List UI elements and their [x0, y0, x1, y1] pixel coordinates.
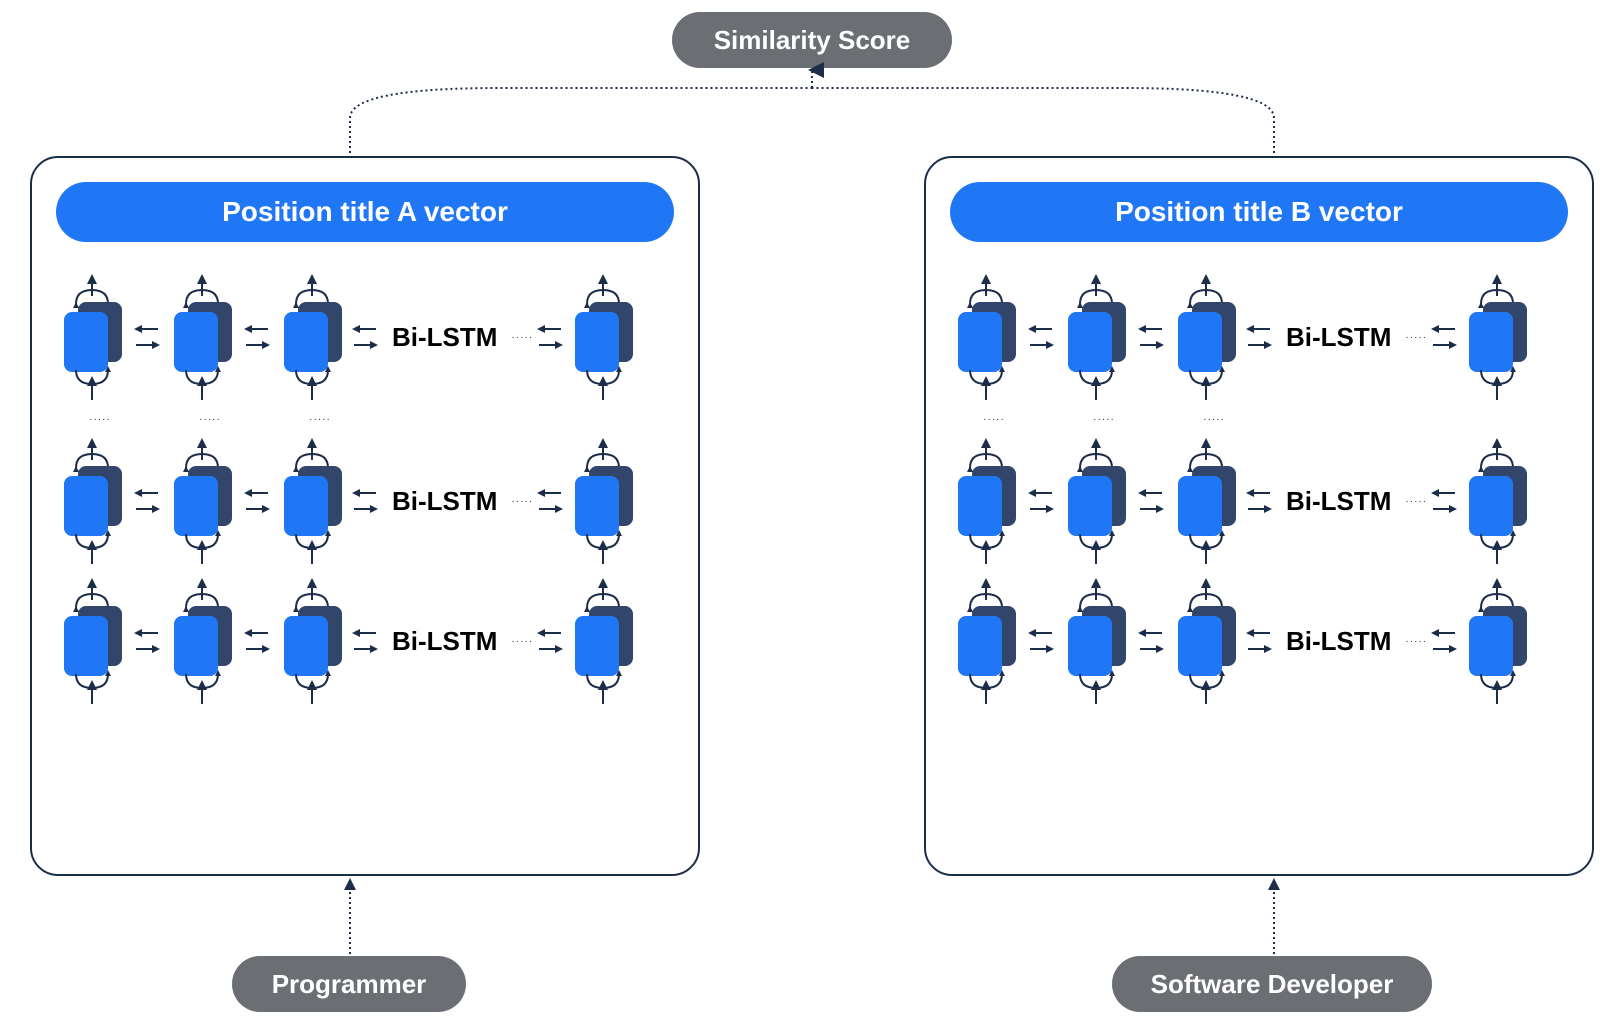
bidir-arrow: [1138, 323, 1164, 351]
bidir-arrow: [244, 627, 270, 655]
lstm-cell: [1170, 576, 1242, 706]
lstm-cell: [1170, 436, 1242, 566]
lstm-row: Bi-LSTM ·····: [950, 576, 1568, 706]
bidir-arrow: [134, 323, 160, 351]
lstm-cell: [1060, 436, 1132, 566]
bidir-arrow: [1431, 487, 1457, 515]
lstm-cell: [567, 576, 639, 706]
lstm-cell: [950, 436, 1022, 566]
ellipsis-icon: ·····: [511, 636, 533, 647]
lstm-cell: [166, 436, 238, 566]
bidir-arrow: [1431, 627, 1457, 655]
lstm-cell: [276, 272, 348, 402]
vertical-ellipsis-row: ····· ····· ·····: [950, 412, 1568, 426]
lstm-cell: [567, 272, 639, 402]
input-a-pill: Programmer: [232, 956, 466, 1012]
lstm-row: Bi-LSTM ·····: [950, 272, 1568, 402]
similarity-score-pill: Similarity Score: [672, 12, 952, 68]
bidir-arrow: [134, 627, 160, 655]
ellipsis-icon: ·····: [1405, 496, 1427, 507]
lstm-cell: [276, 576, 348, 706]
lstm-cell: [56, 272, 128, 402]
vertical-ellipsis-row: ····· ····· ·····: [56, 412, 674, 426]
lstm-cell: [950, 576, 1022, 706]
lstm-cell: [567, 436, 639, 566]
lstm-cell: [1461, 272, 1533, 402]
bidir-arrow: [352, 323, 378, 351]
bidir-arrow: [244, 487, 270, 515]
bidir-arrow: [1138, 627, 1164, 655]
lstm-row: Bi-LSTM ·····: [950, 436, 1568, 566]
lstm-cell: [56, 436, 128, 566]
panel-b: Position title B vector: [924, 156, 1594, 876]
bidir-arrow: [1246, 487, 1272, 515]
lstm-cell: [1461, 576, 1533, 706]
row-label: Bi-LSTM: [392, 626, 497, 657]
lstm-cell: [1060, 272, 1132, 402]
row-label: Bi-LSTM: [392, 322, 497, 353]
input-b-pill: Software Developer: [1112, 956, 1432, 1012]
lstm-cell: [276, 436, 348, 566]
connector-to-similarity: [0, 68, 1624, 158]
panel-a: Position title A vector: [30, 156, 700, 876]
bidir-arrow: [1431, 323, 1457, 351]
bidir-arrow: [537, 627, 563, 655]
lstm-cell: [56, 576, 128, 706]
ellipsis-icon: ·····: [1405, 636, 1427, 647]
bidir-arrow: [352, 487, 378, 515]
ellipsis-icon: ·····: [511, 496, 533, 507]
lstm-cell: [1170, 272, 1242, 402]
ellipsis-icon: ·····: [511, 332, 533, 343]
bidir-arrow: [1246, 627, 1272, 655]
bidir-arrow: [134, 487, 160, 515]
lstm-row: Bi-LSTM ·····: [56, 272, 674, 402]
bidir-arrow: [1246, 323, 1272, 351]
row-label: Bi-LSTM: [1286, 626, 1391, 657]
lstm-cell: [950, 272, 1022, 402]
lstm-stack-a: Bi-LSTM ····· ····· ····· ·····: [56, 272, 674, 706]
lstm-cell: [1060, 576, 1132, 706]
lstm-cell: [1461, 436, 1533, 566]
vector-label-a: Position title A vector: [56, 182, 674, 242]
bidir-arrow: [537, 487, 563, 515]
bidir-arrow: [352, 627, 378, 655]
row-label: Bi-LSTM: [1286, 486, 1391, 517]
bidir-arrow: [537, 323, 563, 351]
lstm-cell: [166, 272, 238, 402]
row-label: Bi-LSTM: [392, 486, 497, 517]
row-label: Bi-LSTM: [1286, 322, 1391, 353]
vector-label-b: Position title B vector: [950, 182, 1568, 242]
bidir-arrow: [1028, 487, 1054, 515]
lstm-cell: [166, 576, 238, 706]
bidir-arrow: [1028, 627, 1054, 655]
lstm-row: Bi-LSTM ·····: [56, 436, 674, 566]
connector-input-a: [330, 876, 370, 956]
ellipsis-icon: ·····: [1405, 332, 1427, 343]
bidir-arrow: [244, 323, 270, 351]
connector-input-b: [1254, 876, 1294, 956]
lstm-stack-b: Bi-LSTM ····· ····· ····· ·····: [950, 272, 1568, 706]
lstm-row: Bi-LSTM ·····: [56, 576, 674, 706]
bidir-arrow: [1028, 323, 1054, 351]
bidir-arrow: [1138, 487, 1164, 515]
